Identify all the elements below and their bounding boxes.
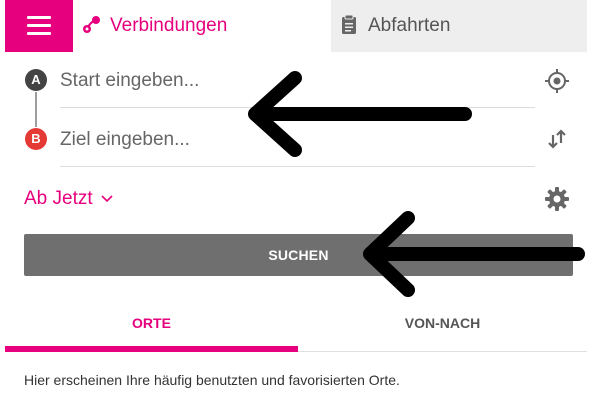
- time-select[interactable]: Ab Jetzt: [24, 188, 114, 210]
- route-connector-line: [35, 92, 37, 127]
- annotation-arrow-icon: [248, 71, 472, 157]
- gear-icon[interactable]: [544, 186, 570, 217]
- tab-abfahrten-label: Abfahrten: [368, 15, 451, 36]
- tab-abfahrten[interactable]: Abfahrten: [331, 0, 587, 52]
- divider: [60, 107, 535, 108]
- destination-badge: B: [25, 128, 47, 150]
- divider: [60, 166, 535, 167]
- tab-orte[interactable]: ORTE: [5, 302, 298, 352]
- clipboard-icon: [339, 14, 359, 41]
- destination-input[interactable]: Ziel eingeben...: [60, 129, 190, 151]
- swap-icon[interactable]: [546, 127, 568, 156]
- search-button[interactable]: SUCHEN: [24, 234, 573, 276]
- chevron-down-icon: [98, 188, 114, 209]
- hint-text: Hier erscheinen Ihre häufig benutzten un…: [24, 372, 400, 388]
- tab-verbindungen-label: Verbindungen: [110, 15, 228, 36]
- tab-von-nach[interactable]: VON-NACH: [298, 302, 587, 352]
- tab-verbindungen[interactable]: Verbindungen: [73, 0, 331, 52]
- start-badge: A: [25, 69, 47, 91]
- locate-icon[interactable]: [544, 68, 570, 99]
- start-input[interactable]: Start eingeben...: [60, 70, 199, 92]
- menu-button[interactable]: [5, 0, 73, 52]
- time-select-label: Ab Jetzt: [24, 188, 93, 209]
- route-icon: [81, 14, 103, 41]
- active-tab-indicator: [5, 346, 298, 352]
